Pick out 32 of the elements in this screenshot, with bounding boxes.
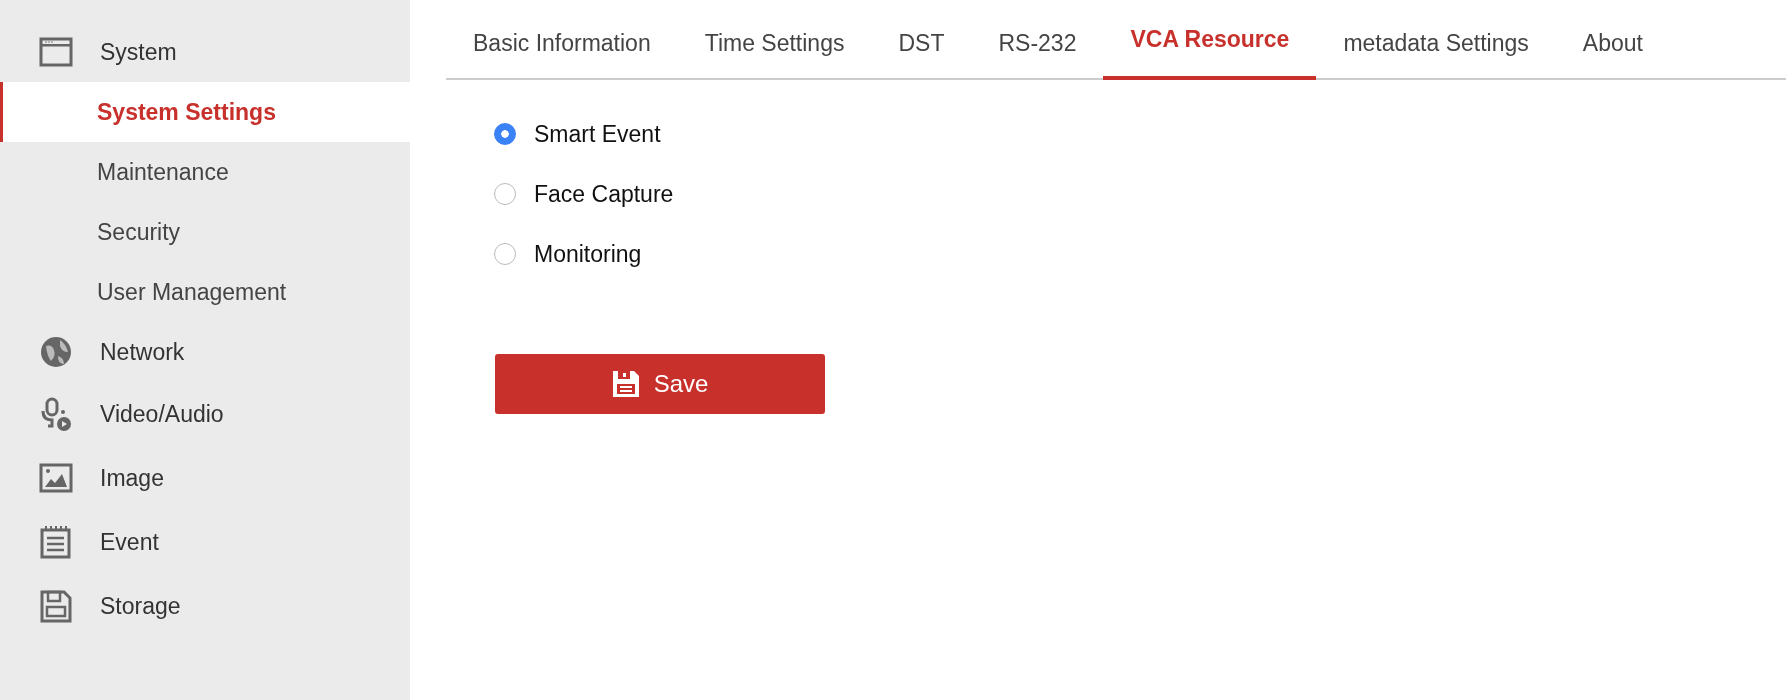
tab[interactable]: Basic Information xyxy=(446,0,678,80)
tab[interactable]: Time Settings xyxy=(677,0,872,80)
radio-button[interactable] xyxy=(494,243,516,265)
sidebar-item[interactable]: User Management xyxy=(0,262,410,322)
sidebar-section[interactable]: System xyxy=(0,22,410,82)
tab[interactable]: DST xyxy=(871,0,972,80)
sidebar-item[interactable]: Security xyxy=(0,202,410,262)
tab[interactable]: About xyxy=(1555,0,1670,80)
option-label: Face Capture xyxy=(534,180,674,208)
radio-button[interactable] xyxy=(494,123,516,145)
sidebar-section[interactable]: Video/Audio xyxy=(0,382,410,446)
sidebar-section[interactable]: Event xyxy=(0,510,410,574)
section-label: Video/Audio xyxy=(100,400,224,428)
sidebar-section[interactable]: Network xyxy=(0,322,410,382)
option-label: Smart Event xyxy=(534,120,661,148)
sidebar-item[interactable]: Maintenance xyxy=(0,142,410,202)
sidebar-section[interactable]: Storage xyxy=(0,574,410,638)
section-label: Event xyxy=(100,528,159,556)
save-button[interactable]: Save xyxy=(495,354,825,414)
notepad-icon xyxy=(38,524,74,560)
sidebar-section[interactable]: Image xyxy=(0,446,410,510)
section-label: System xyxy=(100,38,177,66)
option-label: Monitoring xyxy=(534,240,642,268)
section-label: Image xyxy=(100,464,164,492)
section-label: Network xyxy=(100,338,185,366)
tab[interactable]: RS-232 xyxy=(971,0,1104,80)
tab[interactable]: metadata Settings xyxy=(1316,0,1556,80)
sidebar-item[interactable]: System Settings xyxy=(0,82,410,142)
radio-button[interactable] xyxy=(494,183,516,205)
section-label: Storage xyxy=(100,592,181,620)
tab[interactable]: VCA Resource xyxy=(1103,0,1317,80)
globe-icon xyxy=(38,334,74,370)
